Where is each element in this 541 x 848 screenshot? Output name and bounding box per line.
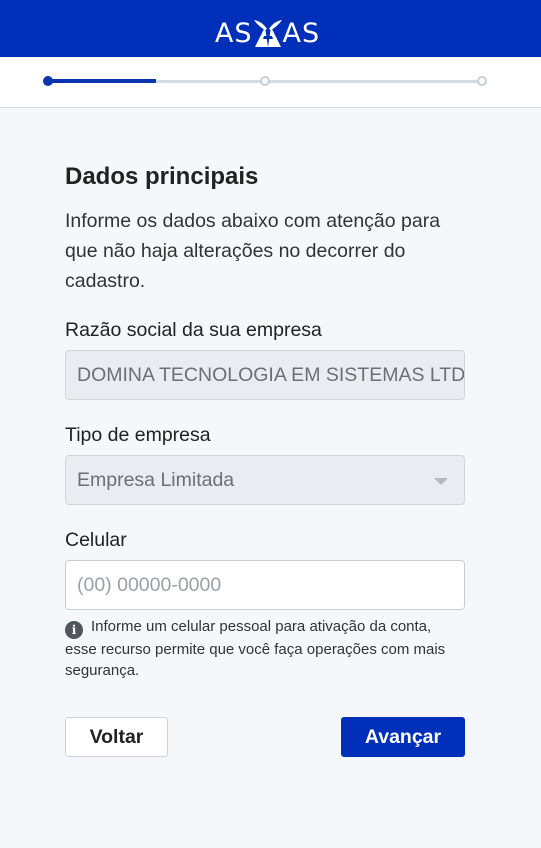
phone-hint-text: Informe um celular pessoal para ativação… bbox=[65, 618, 446, 679]
phone-label: Celular bbox=[65, 529, 127, 551]
page-title: Dados principais bbox=[65, 163, 259, 190]
chevron-down-icon bbox=[434, 478, 448, 485]
phone-input[interactable]: (00) 00000-0000 bbox=[65, 560, 465, 610]
company-type-value: Empresa Limitada bbox=[77, 468, 235, 491]
company-name-field: DOMINA TECNOLOGIA EM SISTEMAS LTDA bbox=[65, 350, 465, 400]
company-name-value: DOMINA TECNOLOGIA EM SISTEMAS LTDA bbox=[77, 363, 465, 386]
logo-text-right: AS bbox=[282, 17, 321, 49]
next-button[interactable]: Avançar bbox=[341, 717, 465, 757]
wings-a-icon bbox=[253, 19, 282, 47]
top-header: AS AS bbox=[0, 0, 541, 57]
company-type-select: Empresa Limitada bbox=[65, 455, 465, 505]
company-type-label: Tipo de empresa bbox=[65, 424, 211, 446]
phone-placeholder: (00) 00000-0000 bbox=[77, 573, 222, 596]
step-2-dot bbox=[260, 76, 270, 86]
logo-text-left: AS bbox=[214, 17, 253, 49]
company-name-label: Razão social da sua empresa bbox=[65, 319, 322, 341]
info-icon: i bbox=[65, 621, 83, 639]
stepper-progress-fill bbox=[48, 79, 156, 83]
phone-hint: i Informe um celular pessoal para ativaçã… bbox=[65, 616, 465, 681]
form-description: Informe os dados abaixo com atenção para… bbox=[65, 210, 441, 292]
back-button[interactable]: Voltar bbox=[65, 717, 168, 757]
asaas-logo: AS AS bbox=[215, 9, 320, 49]
step-3-dot bbox=[477, 76, 487, 86]
step-1-dot bbox=[43, 76, 53, 86]
progress-stepper bbox=[0, 57, 541, 108]
